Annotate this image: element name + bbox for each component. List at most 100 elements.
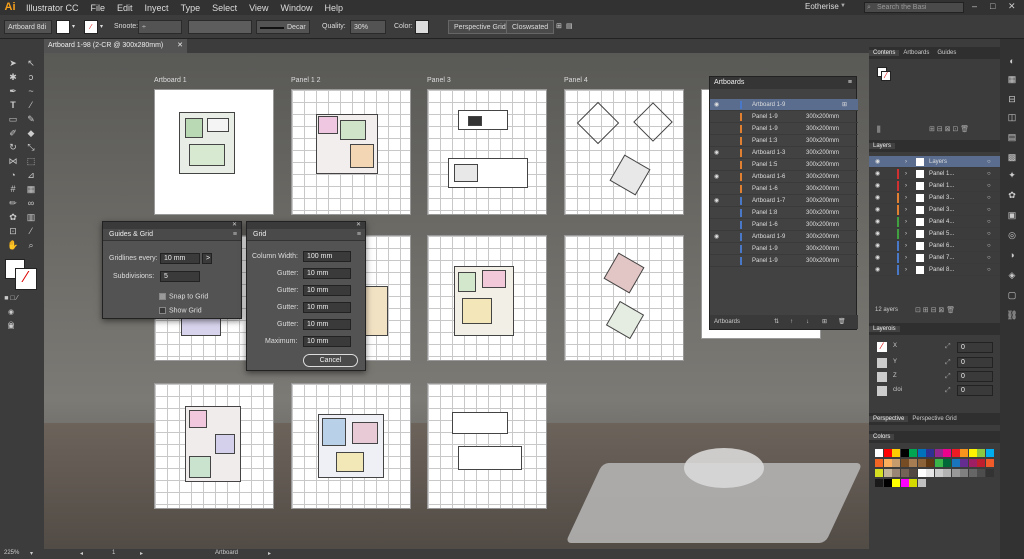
color-swatch[interactable] xyxy=(883,469,892,477)
artboard-tool-icon[interactable]: ⊡ xyxy=(6,225,20,237)
list-item[interactable]: ◉ Artboard 1-3 300x200mm xyxy=(710,147,858,159)
new-artboard-icon[interactable]: ⊞ xyxy=(822,315,827,329)
color-swatch[interactable] xyxy=(917,469,926,477)
mesh-icon[interactable]: # xyxy=(6,183,20,195)
color-swatch[interactable] xyxy=(900,469,909,477)
zoom-tool-icon[interactable]: ⌕ xyxy=(24,239,38,251)
eye-icon[interactable]: ◉ xyxy=(875,264,880,276)
color-swatch[interactable] xyxy=(909,479,917,487)
color-swatch[interactable] xyxy=(934,449,943,457)
link-icon[interactable]: ⤢ xyxy=(945,359,951,367)
layer-row[interactable]: ◉ › Panel 7... ○ xyxy=(869,252,1000,264)
panel-menu-icon[interactable]: ≡ xyxy=(357,231,361,238)
link-icon[interactable]: ⤢ xyxy=(945,387,951,395)
eye-icon[interactable]: ◉ xyxy=(714,99,719,111)
layer-row[interactable]: ◉ › Panel 4... ○ xyxy=(869,216,1000,228)
list-item[interactable]: Panel 1:8 300x200mm xyxy=(710,207,858,219)
eyedropper-icon[interactable]: ✏ xyxy=(6,197,20,209)
color-swatch[interactable] xyxy=(900,459,909,467)
gridlines-input[interactable]: 10 mm xyxy=(160,253,200,264)
color-swatch[interactable] xyxy=(977,469,985,477)
eraser-icon[interactable]: ◆ xyxy=(24,127,38,139)
cancel-button[interactable]: Cancel xyxy=(303,354,358,367)
close-icon[interactable]: ✕ xyxy=(232,221,237,228)
transform-icon[interactable]: ▤ xyxy=(566,20,573,34)
color-swatch[interactable] xyxy=(968,469,977,477)
chevron-right-icon[interactable]: › xyxy=(905,264,907,276)
subdivisions-input[interactable]: 5 xyxy=(160,271,200,282)
draw-mode-icon[interactable]: ◉ ◎ xyxy=(4,307,18,328)
pen-tool-icon[interactable]: ✒ xyxy=(6,85,20,97)
color-swatch[interactable] xyxy=(875,469,883,477)
color-swatch[interactable] xyxy=(917,449,926,457)
panel-actions-icon[interactable]: ⊞ ⊟ ⊠ ⊡ 🗑 xyxy=(929,125,969,133)
link-icon[interactable]: ⤢ xyxy=(945,343,951,351)
tab-artboards[interactable]: Artboards xyxy=(899,50,933,56)
eye-icon[interactable]: ◉ xyxy=(714,171,719,183)
link-icon[interactable]: ⤢ xyxy=(945,373,951,381)
document-tab[interactable]: Artboard 1-98 (2-CR @ 300x280mm) ✕ xyxy=(44,39,187,53)
x-input[interactable]: 0 xyxy=(957,342,993,353)
chevron-down-icon[interactable]: ▼ xyxy=(840,3,846,9)
line-tool-icon[interactable]: ⁄ xyxy=(24,99,38,111)
menu-view[interactable]: View xyxy=(243,3,274,13)
layer-row[interactable]: ◉ › Panel 6... ○ xyxy=(869,240,1000,252)
color-guide-icon[interactable]: ▤ xyxy=(1005,131,1019,143)
fill-dropdown-icon[interactable]: ▾ xyxy=(72,20,75,34)
show-grid-checkbox[interactable]: Show Grid xyxy=(159,307,202,314)
target-icon[interactable]: ○ xyxy=(987,156,991,168)
chevron-right-icon[interactable]: › xyxy=(905,228,907,240)
stroke-weight-input[interactable]: ÷ xyxy=(138,20,182,34)
color-swatch[interactable] xyxy=(943,459,951,467)
tab-layers[interactable]: Layers xyxy=(869,143,896,149)
slice-tool-icon[interactable]: ⁄ xyxy=(24,225,38,237)
eye-icon[interactable]: ◉ xyxy=(875,192,880,204)
artboards-panel-icon[interactable]: ▢ xyxy=(1005,289,1019,301)
color-swatch[interactable] xyxy=(985,449,994,457)
color-swatch[interactable] xyxy=(883,449,892,457)
list-item[interactable]: Panel 1-9 300x200mm xyxy=(710,123,858,135)
menu-inyect[interactable]: Inyect xyxy=(139,3,175,13)
color-swatch[interactable] xyxy=(875,449,883,457)
target-icon[interactable]: ○ xyxy=(987,168,991,180)
target-icon[interactable]: ○ xyxy=(987,216,991,228)
library-icon[interactable]: ⫼ xyxy=(877,125,881,135)
artboard-select[interactable]: Artboard 8di xyxy=(4,20,52,34)
trash-icon[interactable]: 🗑 xyxy=(838,315,846,329)
list-item[interactable]: Panel 1-9 300x200mm xyxy=(710,243,858,255)
eye-icon[interactable]: ◉ xyxy=(875,228,880,240)
artboard[interactable] xyxy=(291,383,411,509)
color-swatch[interactable] xyxy=(917,459,926,467)
z-input[interactable]: 0 xyxy=(957,371,993,382)
perspective-grid-button[interactable]: Perspective Grid xyxy=(448,20,512,34)
stroke-none-icon[interactable]: ⁄ xyxy=(881,71,891,81)
color-swatch[interactable] xyxy=(968,459,977,467)
stroke-style-select[interactable]: Decar xyxy=(256,20,310,34)
close-icon[interactable]: ✕ xyxy=(356,221,361,228)
swatches-icon[interactable]: ▩ xyxy=(1005,151,1019,163)
chevron-right-icon[interactable]: › xyxy=(905,216,907,228)
color-swatch[interactable] xyxy=(917,479,926,487)
color-swatch[interactable] xyxy=(892,459,900,467)
perspective-grid-icon[interactable]: ⊿ xyxy=(24,169,38,181)
artboard[interactable] xyxy=(154,383,274,509)
color-swatch[interactable] xyxy=(415,20,429,34)
chevron-right-icon[interactable]: › xyxy=(905,252,907,264)
color-swatch[interactable] xyxy=(960,449,968,457)
chevron-right-icon[interactable]: › xyxy=(905,204,907,216)
tab-perspective[interactable]: Perspective xyxy=(869,416,909,422)
color-swatch[interactable] xyxy=(926,459,934,467)
gutter-input[interactable]: 10 mm xyxy=(303,268,351,279)
rotate-icon[interactable]: ↻ xyxy=(6,141,20,153)
layer-actions-icon[interactable]: ⊡ ⊞ ⊟ ⊠ 🗑 xyxy=(915,306,955,314)
stroke-color-swatch[interactable]: ⁄ xyxy=(15,268,37,290)
eye-icon[interactable]: ◉ xyxy=(714,195,719,207)
eye-icon[interactable]: ◉ xyxy=(714,147,719,159)
color-swatch[interactable] xyxy=(909,449,917,457)
scale-icon[interactable]: ⤡ xyxy=(24,141,38,153)
stroke-dropdown-icon[interactable]: ▾ xyxy=(100,20,103,34)
chevron-right-icon[interactable]: › xyxy=(905,240,907,252)
color-swatch[interactable] xyxy=(951,469,960,477)
properties-icon[interactable]: ▦ xyxy=(1005,73,1019,85)
hand-tool-icon[interactable]: ✋ xyxy=(6,239,20,251)
